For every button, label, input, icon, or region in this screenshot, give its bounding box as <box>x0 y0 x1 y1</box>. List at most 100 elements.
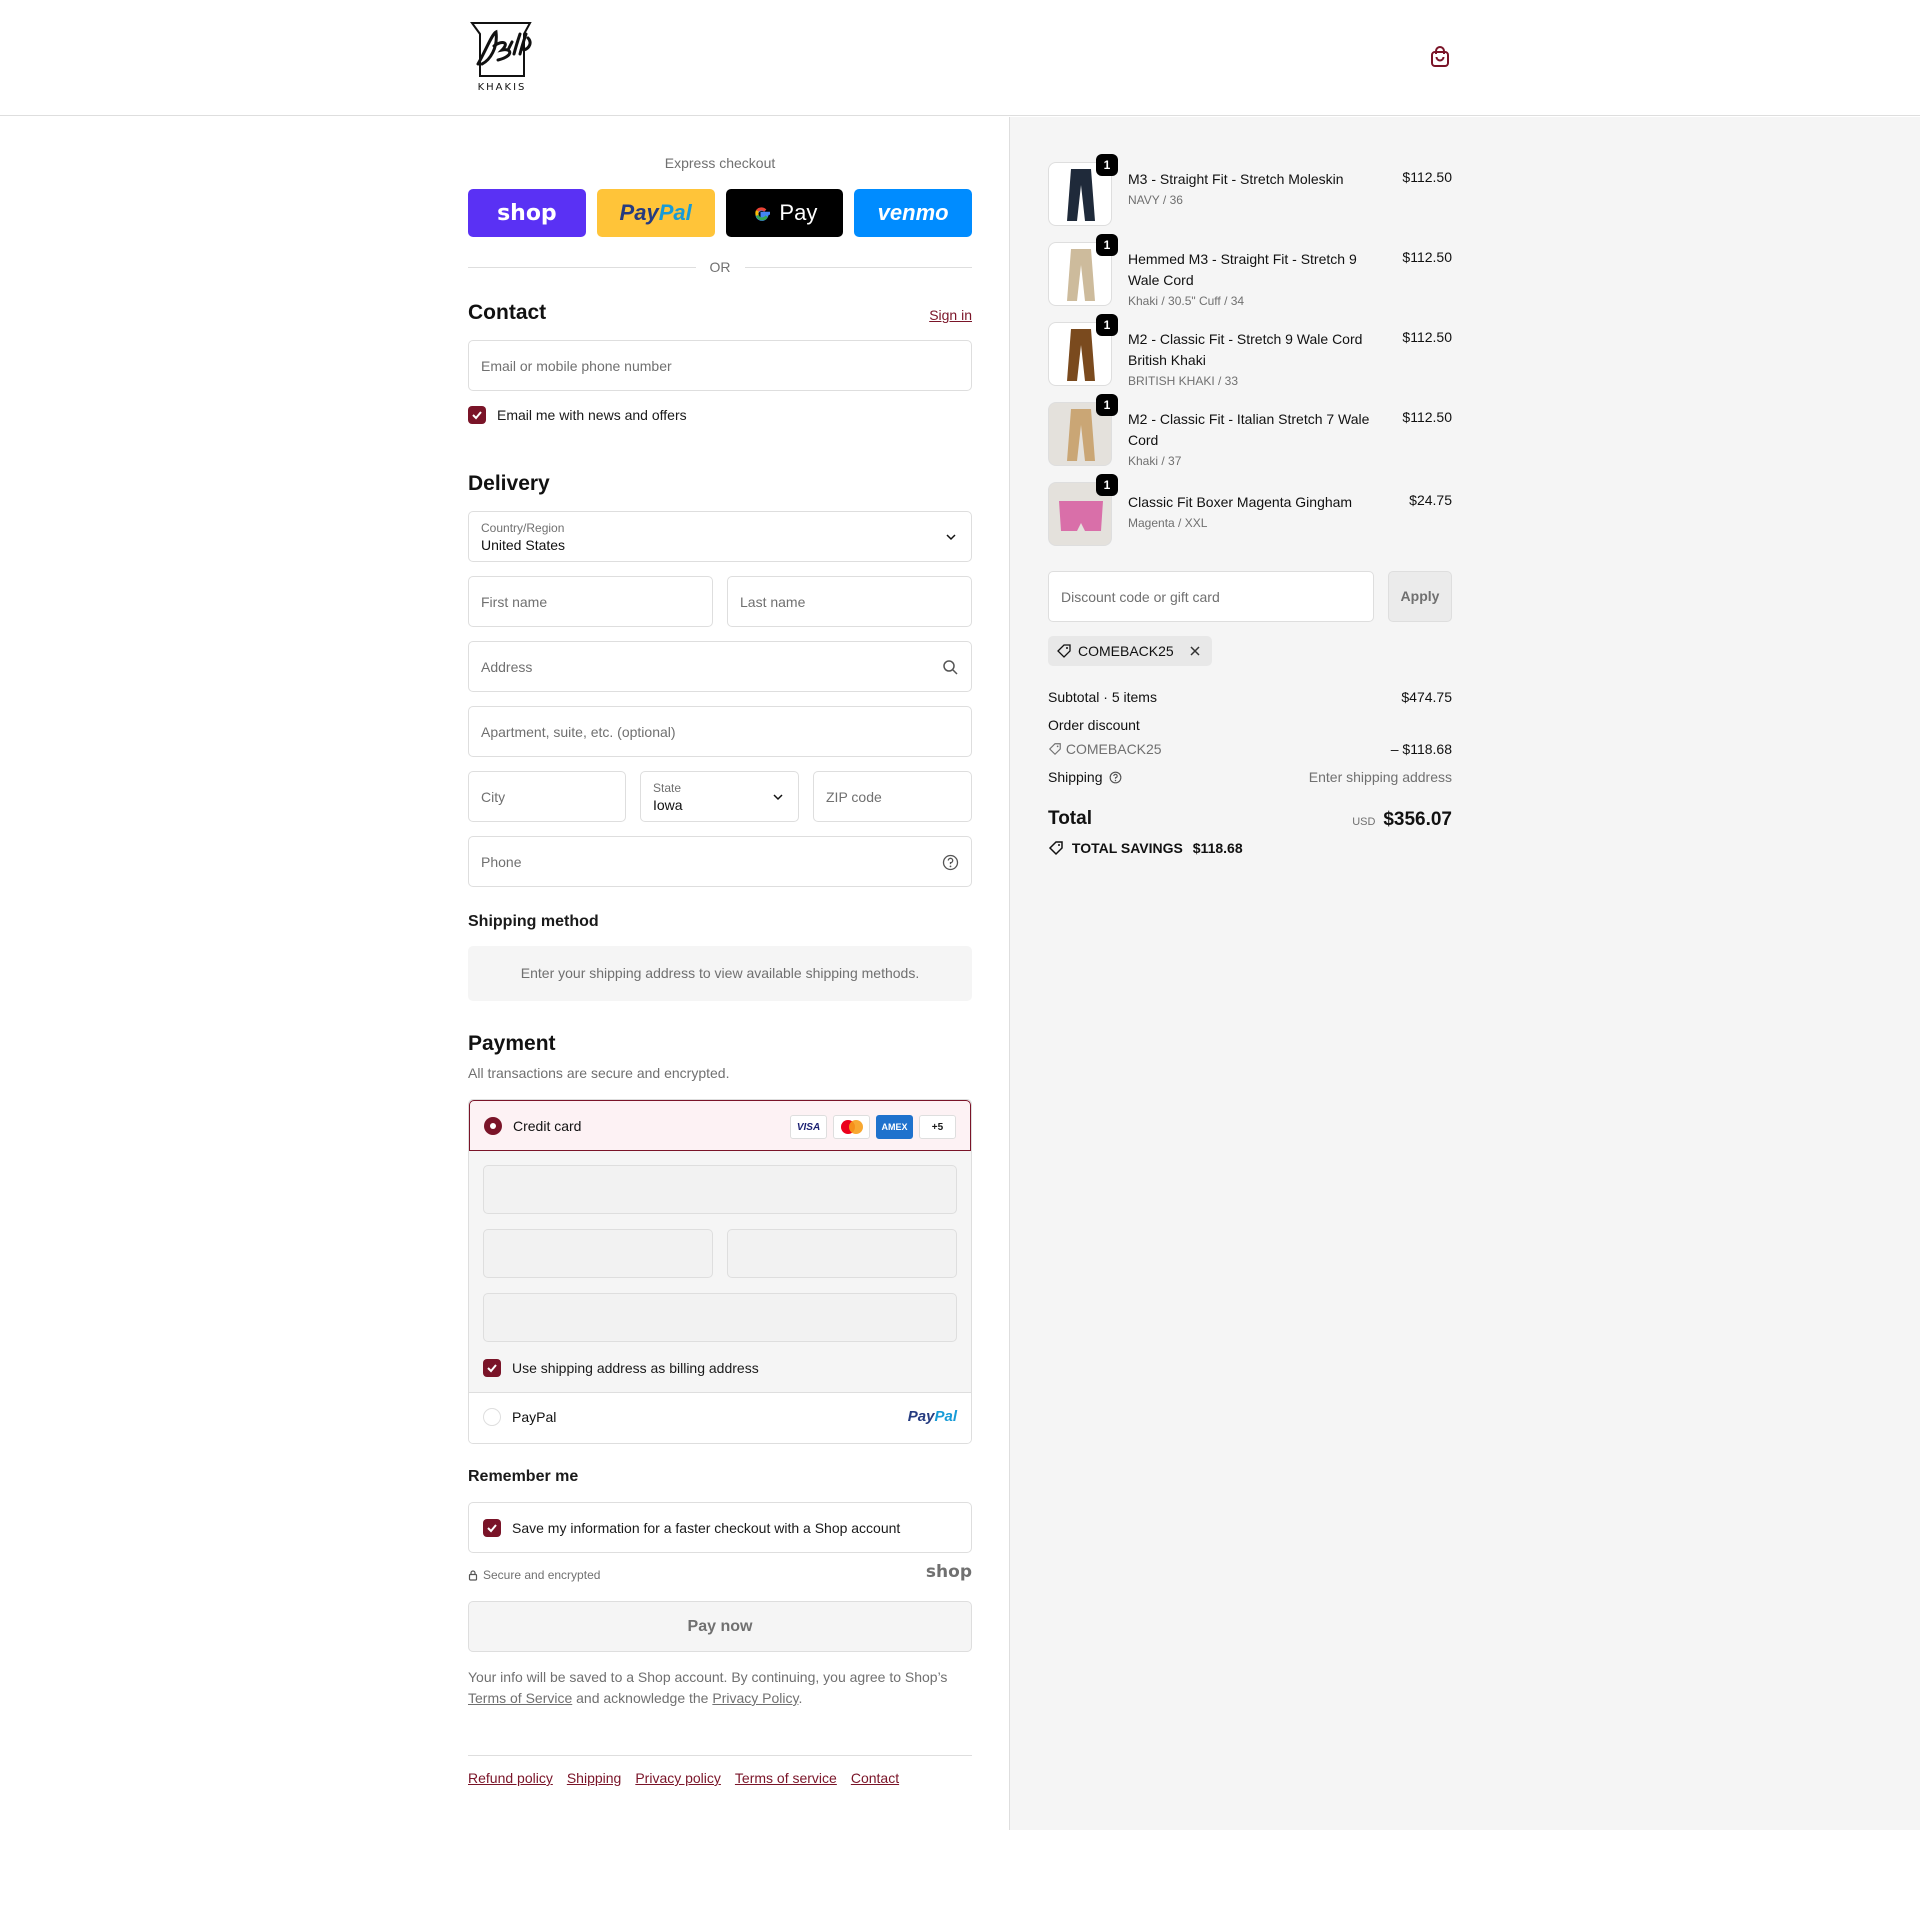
apply-discount-button[interactable]: Apply <box>1388 571 1452 622</box>
item-variant: Khaki / 37 <box>1128 454 1182 468</box>
quantity-badge: 1 <box>1096 154 1118 176</box>
total-value: $356.07 <box>1383 809 1452 830</box>
google-pay-label: Pay <box>779 200 818 225</box>
header: KHAKIS <box>0 0 1920 116</box>
close-icon[interactable] <box>1188 644 1202 658</box>
privacy-link[interactable]: Privacy policy <box>635 1770 721 1786</box>
savings-value: $118.68 <box>1192 840 1243 856</box>
email-field[interactable]: Email or mobile phone number <box>468 340 972 391</box>
order-discount-row: Order discount <box>1048 717 1452 733</box>
paypal-radio[interactable] <box>483 1408 501 1426</box>
credit-card-form: Use shipping address as billing address <box>469 1151 971 1393</box>
lock-icon <box>468 1570 478 1581</box>
visa-icon: VISA <box>790 1115 827 1139</box>
item-price: $24.75 <box>1409 492 1452 508</box>
more-cards-badge: +5 <box>919 1115 956 1139</box>
chevron-down-icon <box>773 794 783 801</box>
help-icon[interactable] <box>1109 771 1122 784</box>
contact-title: Contact <box>468 301 547 324</box>
credit-card-option[interactable]: Credit card VISA AMEX +5 <box>469 1100 971 1151</box>
billing-label: Use shipping address as billing address <box>512 1360 759 1376</box>
country-label: Country/Region <box>481 521 565 535</box>
address-field[interactable]: Address <box>468 641 972 692</box>
payment-title: Payment <box>468 1032 556 1055</box>
payment-methods: Credit card VISA AMEX +5 Use shipping ad… <box>468 1099 972 1444</box>
subtotal-row: Subtotal · 5 items $474.75 <box>1048 689 1452 705</box>
remember-option[interactable]: Save my information for a faster checkou… <box>468 1502 972 1553</box>
checkmark-icon <box>487 1364 497 1373</box>
contact-link[interactable]: Contact <box>851 1770 899 1786</box>
paypal-button[interactable]: Pay Pal <box>596 189 715 237</box>
cart-item: 1 M2 - Classic Fit - Italian Stretch 7 W… <box>1048 394 1452 468</box>
discount-code-row: COMEBACK25 – $118.68 <box>1048 741 1452 757</box>
country-select[interactable]: Country/Region United States <box>468 511 972 562</box>
venmo-label: venmo <box>877 200 949 225</box>
total-row: Total USD $356.07 <box>1048 808 1452 834</box>
paypal-logo: PayPal <box>908 1408 957 1425</box>
sign-in-link[interactable]: Sign in <box>929 307 972 323</box>
tag-icon <box>1057 644 1071 658</box>
total-savings-row: TOTAL SAVINGS $118.68 <box>1048 840 1452 856</box>
bills-khakis-logo[interactable]: KHAKIS <box>468 20 536 94</box>
search-icon <box>943 660 958 675</box>
item-price: $112.50 <box>1402 329 1452 345</box>
shipping-value: Enter shipping address <box>1308 769 1452 785</box>
item-name: M2 - Classic Fit - Italian Stretch 7 Wal… <box>1128 411 1370 448</box>
zip-field[interactable]: ZIP code <box>813 771 972 822</box>
expiration-field[interactable] <box>483 1229 713 1278</box>
google-pay-button[interactable]: Pay <box>725 189 844 237</box>
applied-code: COMEBACK25 <box>1078 643 1174 659</box>
shipping-link[interactable]: Shipping <box>567 1770 622 1786</box>
discount-value: – $118.68 <box>1390 741 1452 757</box>
item-variant: Magenta / XXL <box>1128 516 1208 530</box>
first-name-field[interactable]: First name <box>468 576 713 627</box>
shop-pay-label: shop <box>497 200 557 226</box>
applied-discount-chip: COMEBACK25 <box>1048 636 1212 666</box>
discount-code-input[interactable]: Discount code or gift card <box>1048 571 1374 622</box>
venmo-button[interactable]: venmo <box>854 189 972 237</box>
quantity-badge: 1 <box>1096 314 1118 336</box>
news-label: Email me with news and offers <box>497 407 687 423</box>
country-value: United States <box>481 537 566 553</box>
order-discount-label: Order discount <box>1048 717 1140 733</box>
footer-links: Refund policy Shipping Privacy policy Te… <box>468 1770 899 1786</box>
paypal-logo-a: Pay <box>907 1408 935 1425</box>
security-code-field[interactable] <box>727 1229 957 1278</box>
last-name-field[interactable]: Last name <box>727 576 972 627</box>
remember-checkbox[interactable] <box>483 1519 501 1537</box>
apartment-field[interactable]: Apartment, suite, etc. (optional) <box>468 706 972 757</box>
news-checkbox[interactable] <box>468 406 486 424</box>
checkmark-icon <box>472 411 482 420</box>
logo-text: KHAKIS <box>477 82 527 93</box>
card-number-field[interactable] <box>483 1165 957 1214</box>
credit-card-radio[interactable] <box>484 1117 502 1135</box>
shopping-bag-icon[interactable] <box>1428 45 1452 69</box>
legal-text-1: Your info will be saved to a Shop accoun… <box>468 1669 948 1685</box>
refund-policy-link[interactable]: Refund policy <box>468 1770 553 1786</box>
first-name-placeholder: First name <box>481 594 548 610</box>
remember-label: Save my information for a faster checkou… <box>512 1520 901 1536</box>
credit-card-label: Credit card <box>513 1118 582 1134</box>
phone-placeholder: Phone <box>481 854 522 870</box>
name-on-card-field[interactable] <box>483 1293 957 1342</box>
state-select[interactable]: State Iowa <box>640 771 799 822</box>
privacy-policy-link[interactable]: Privacy Policy <box>712 1690 798 1706</box>
paypal-option[interactable]: PayPal PayPal <box>469 1393 971 1443</box>
billing-checkbox[interactable] <box>483 1359 501 1377</box>
mastercard-icon <box>833 1115 870 1139</box>
shipping-row: Shipping Enter shipping address <box>1048 769 1452 785</box>
city-field[interactable]: City <box>468 771 626 822</box>
shop-pay-button[interactable]: shop <box>468 189 586 237</box>
apartment-placeholder: Apartment, suite, etc. (optional) <box>481 724 676 740</box>
express-checkout-title: Express checkout <box>664 155 776 171</box>
shop-logo: shop <box>925 1562 972 1582</box>
item-price: $112.50 <box>1402 249 1452 265</box>
email-placeholder: Email or mobile phone number <box>481 358 672 374</box>
terms-link[interactable]: Terms of service <box>735 1770 837 1786</box>
phone-field[interactable]: Phone <box>468 836 972 887</box>
item-variant: NAVY / 36 <box>1128 193 1183 207</box>
help-icon[interactable] <box>942 854 959 871</box>
terms-of-service-link[interactable]: Terms of Service <box>468 1690 572 1706</box>
cart-item: 1 Hemmed M3 - Straight Fit - Stretch 9 W… <box>1048 234 1452 308</box>
pay-now-button[interactable]: Pay now <box>468 1601 972 1652</box>
